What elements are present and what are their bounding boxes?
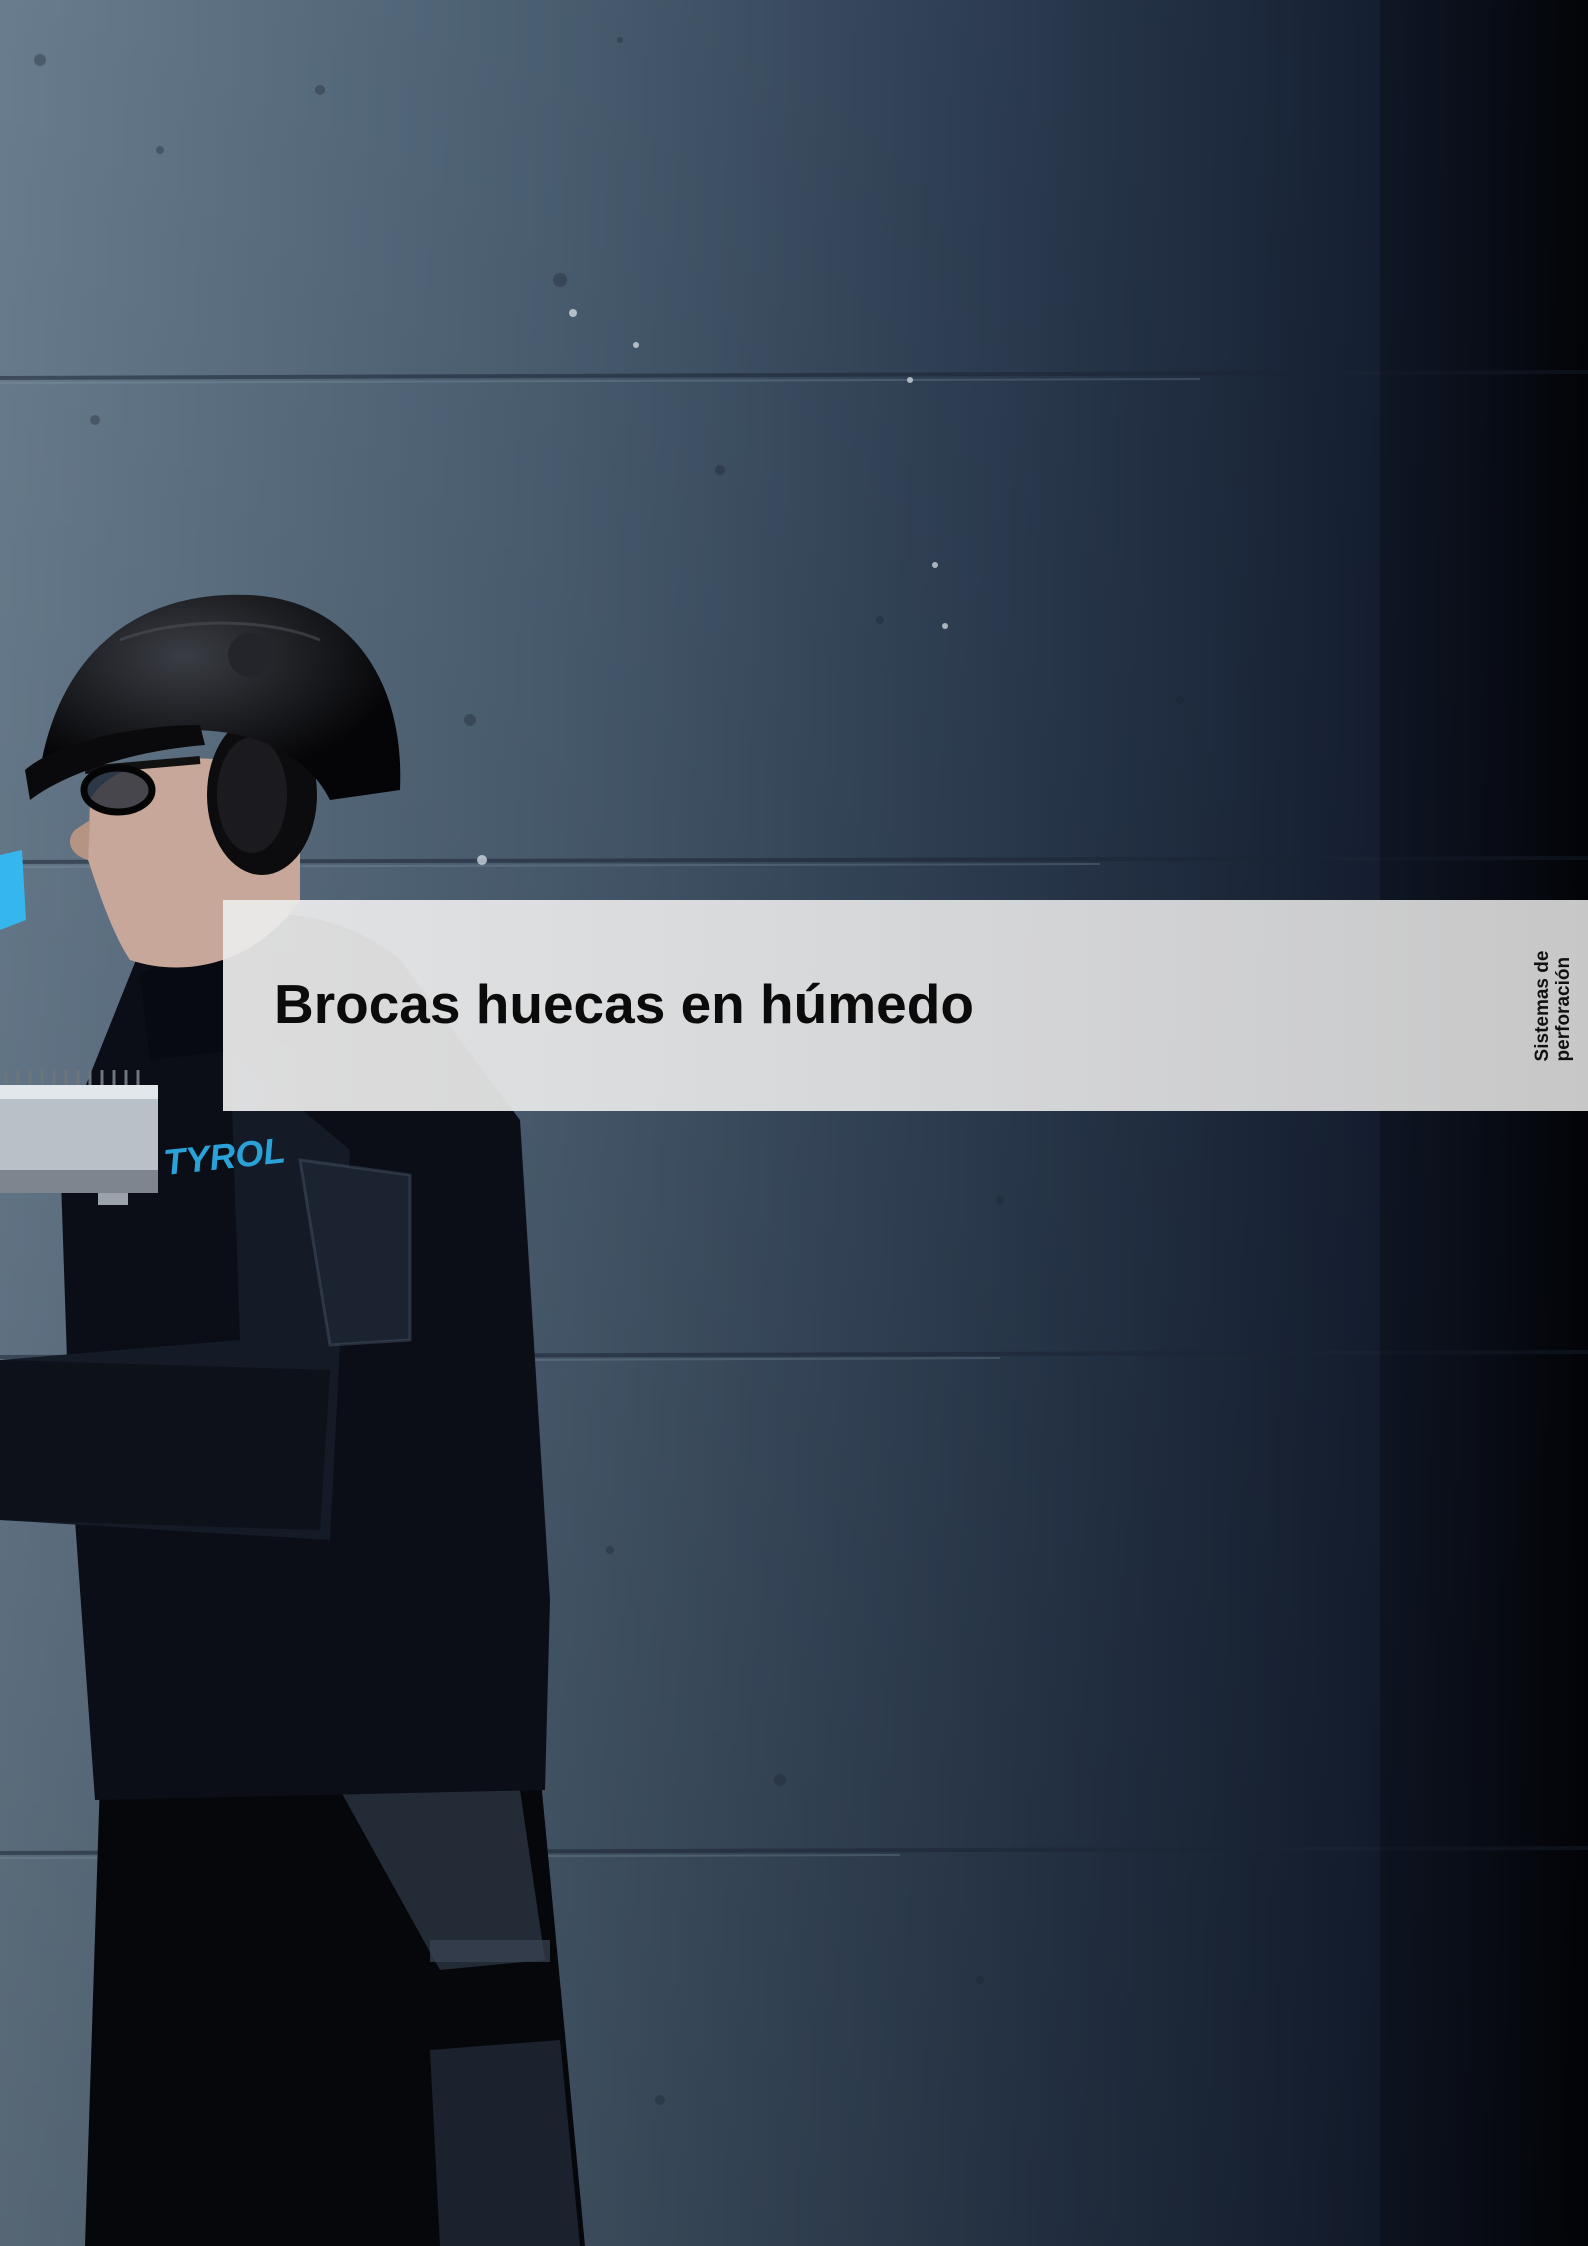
catalog-page: TYROL Brocas huecas en húmedo Sistemas d… <box>0 0 1588 2246</box>
title-band: Brocas huecas en húmedo <box>223 900 1588 1111</box>
page-title: Brocas huecas en húmedo <box>274 973 974 1035</box>
section-tab-label: Sistemas de perforación <box>1532 951 1574 1062</box>
section-tab-line-2: perforación <box>1553 956 1574 1062</box>
section-tab-line-1: Sistemas de <box>1532 950 1553 1062</box>
background-photo: TYROL <box>0 0 1588 2246</box>
section-tab: Sistemas de perforación <box>1527 950 1579 1062</box>
